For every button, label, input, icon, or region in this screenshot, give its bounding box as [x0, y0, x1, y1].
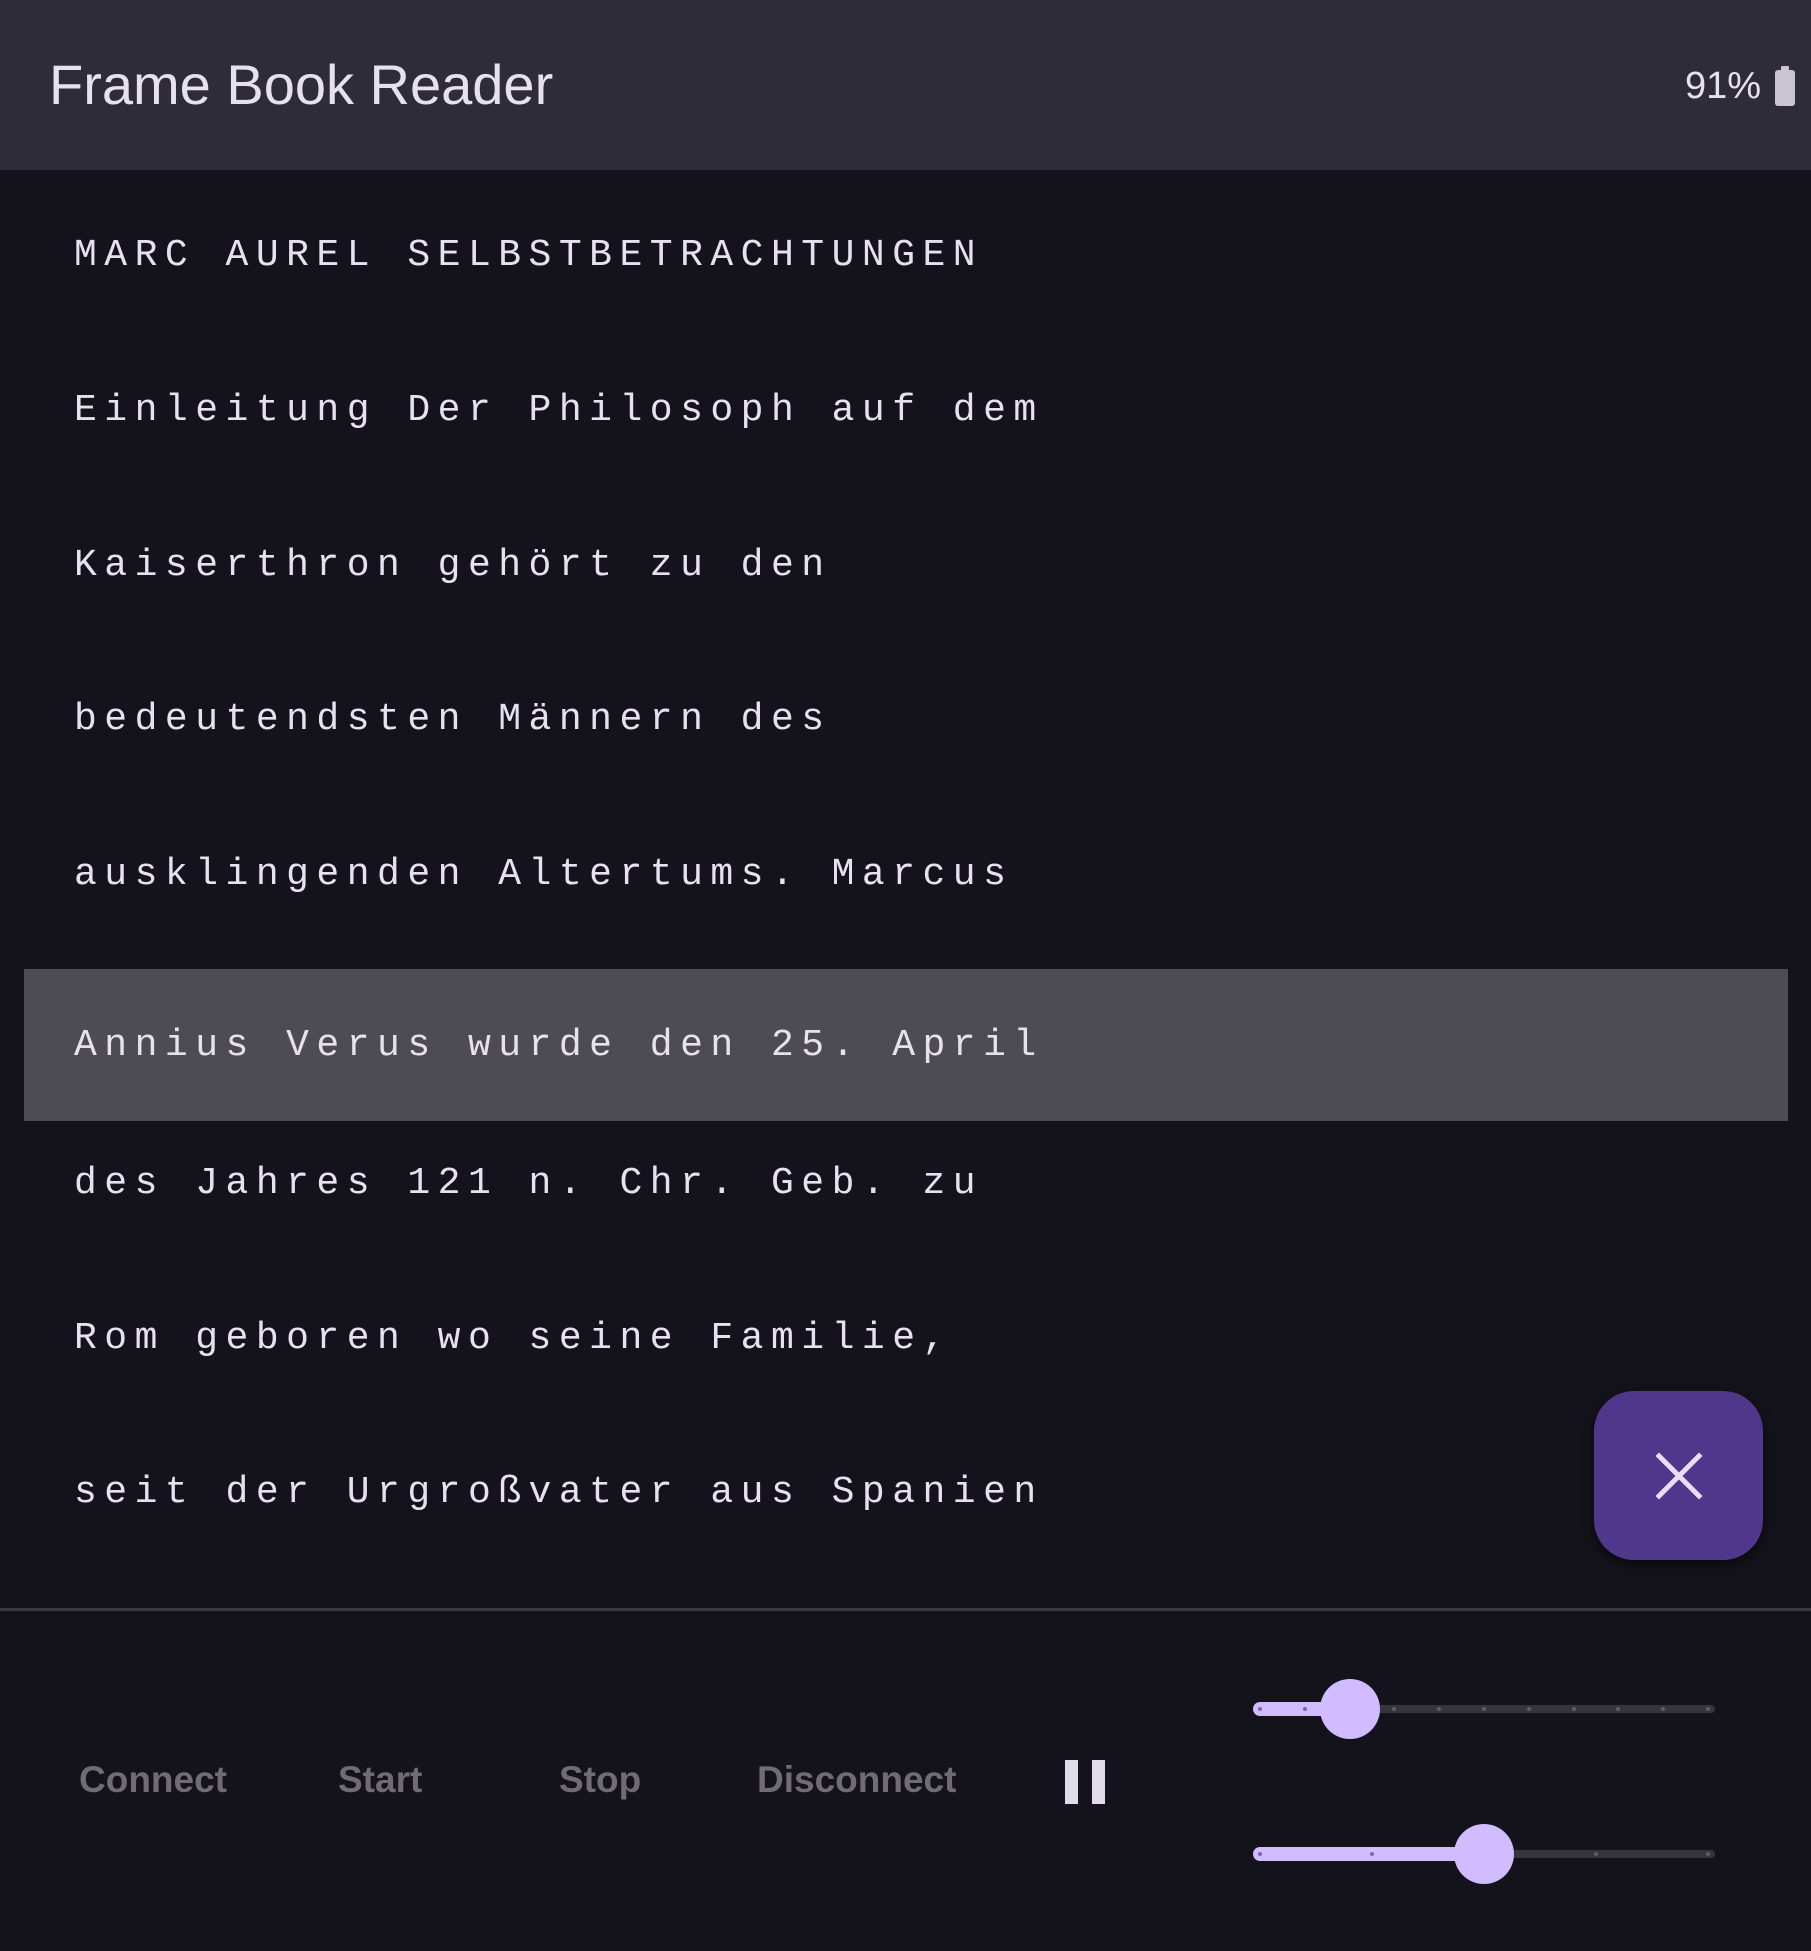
bottom-slider[interactable] [1253, 1824, 1715, 1884]
book-text-list[interactable]: MARC AUREL SELBSTBETRACHTUNGEN Einleitun… [0, 170, 1811, 1610]
slider-tick [1302, 1707, 1307, 1711]
stop-button[interactable]: Stop [559, 1757, 641, 1803]
slider-thumb[interactable] [1319, 1679, 1380, 1739]
app-window: Frame Book Reader 91% MARC AUREL SELBSTB… [0, 0, 1811, 1951]
text-line: des Jahres 121 n. Chr. Geb. zu [74, 1161, 984, 1205]
text-line: Einleitung Der Philosoph auf dem [74, 388, 1044, 432]
text-line: seit der Urgroßvater aus Spanien [74, 1470, 1044, 1514]
text-line: Rom geboren wo seine Familie, [74, 1316, 953, 1360]
top-slider[interactable] [1253, 1679, 1715, 1739]
slider-tick [1571, 1707, 1576, 1711]
slider-thumb[interactable] [1454, 1824, 1514, 1884]
slider-tick [1594, 1852, 1598, 1856]
pause-button[interactable] [1065, 1760, 1105, 1804]
disconnect-button[interactable]: Disconnect [757, 1757, 956, 1803]
slider-tick [1258, 1852, 1262, 1856]
app-title: Frame Book Reader [49, 53, 554, 116]
close-fab-button[interactable] [1594, 1391, 1763, 1560]
slider-tick [1526, 1707, 1531, 1711]
text-line-highlighted: Annius Verus wurde den 25. April [24, 969, 1788, 1121]
slider-tick [1706, 1852, 1710, 1856]
slider-tick [1370, 1852, 1374, 1856]
text-line: MARC AUREL SELBSTBETRACHTUNGEN [74, 233, 984, 277]
slider-fill [1253, 1847, 1484, 1861]
text-line: bedeutendsten Männern des [74, 697, 832, 741]
battery-icon [1775, 66, 1795, 106]
connect-button[interactable]: Connect [79, 1757, 227, 1803]
slider-tick [1258, 1707, 1262, 1711]
battery-percentage: 91% [1684, 65, 1761, 107]
slider-tick [1706, 1707, 1710, 1711]
start-button[interactable]: Start [338, 1757, 422, 1803]
bottom-control-bar: Connect Start Stop Disconnect [0, 1611, 1811, 1951]
text-line: ausklingenden Altertums. Marcus [74, 852, 1014, 896]
battery-status: 91% [1685, 64, 1795, 108]
slider-tick [1482, 1707, 1486, 1711]
top-app-bar: Frame Book Reader 91% [0, 0, 1811, 170]
close-icon [1654, 1451, 1703, 1500]
text-line: Kaiserthron gehört zu den [74, 543, 832, 587]
